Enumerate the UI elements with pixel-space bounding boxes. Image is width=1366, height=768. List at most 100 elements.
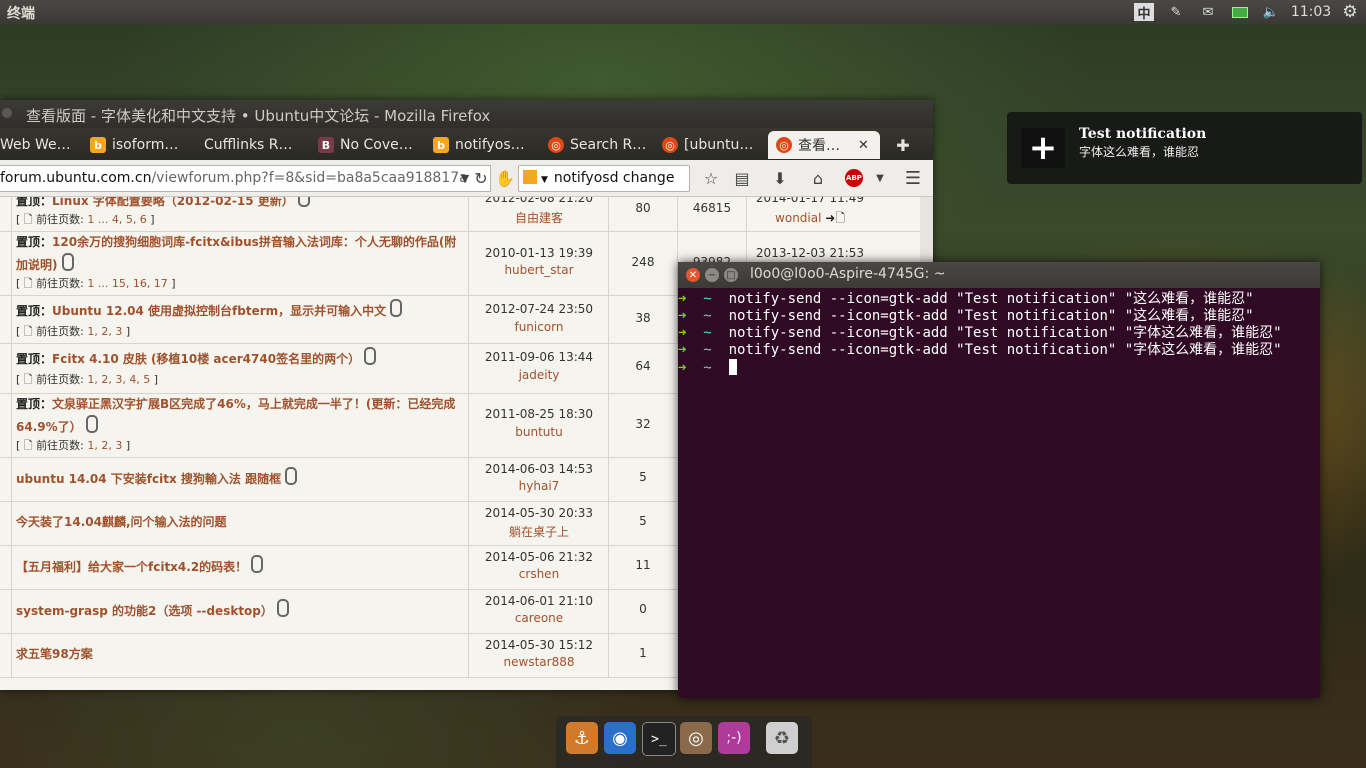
download-icon[interactable]: ⬇ <box>769 167 791 189</box>
search-input[interactable]: notifyosd change <box>554 170 675 186</box>
topic-title[interactable]: 置顶：Ubuntu 12.04 使用虚拟控制台fbterm，显示并可输入中文 <box>16 299 464 322</box>
topic-author[interactable]: jadeity <box>470 368 608 382</box>
pen-icon[interactable]: ✎ <box>1166 3 1186 21</box>
topic-replies: 64 <box>635 359 651 373</box>
adblock-dropdown-icon[interactable]: ▼ <box>869 167 891 189</box>
topic-replies: 5 <box>639 514 647 528</box>
page-links-numbers[interactable]: 1 ... 15, 16, 17 <box>87 277 167 290</box>
topic-author[interactable]: funicorn <box>470 320 608 334</box>
table-row[interactable]: 置顶：Linux 字体配置要略（2012-02-15 更新） [ 🗋 前往页数:… <box>0 197 920 232</box>
page-links[interactable]: [ 🗋 前往页数: 1, 2, 3 ] <box>16 437 130 456</box>
page-links-numbers[interactable]: 1 ... 4, 5, 6 <box>87 213 146 226</box>
tab-1[interactable]: Web We… <box>0 131 82 159</box>
topic-link[interactable]: ubuntu 14.04 下安装fcitx 搜狗輸入法 跟随框 <box>16 472 281 486</box>
page-links[interactable]: [ 🗋 前往页数: 1 ... 15, 16, 17 ] <box>16 275 176 294</box>
topic-link[interactable]: 求五笔98方案 <box>16 647 93 661</box>
topic-author[interactable]: newstar888 <box>470 655 608 669</box>
topic-title[interactable]: 今天装了14.04麒麟,问个输入法的问题 <box>16 511 464 533</box>
url-path: /viewforum.php?f=8&sid=ba8a5caa918817a <box>151 170 468 186</box>
gear-icon[interactable]: ⚙ <box>1340 2 1360 22</box>
topic-title[interactable]: 置顶：文泉驿正黑汉字扩展B区完成了46%，马上就完成一半了！(更新：已经完成64… <box>16 393 464 438</box>
terminal-window[interactable]: ✕ − □ l0o0@l0o0-Aspire-4745G: ~ ➜ ~ noti… <box>678 262 1320 698</box>
tab-5[interactable]: b notifyos… <box>433 131 533 159</box>
search-box[interactable]: ▼ notifyosd change <box>518 165 690 192</box>
anchor-icon[interactable]: ⚓ <box>566 722 598 754</box>
topic-replies: 11 <box>635 558 651 572</box>
tab-2[interactable]: b isoform… <box>90 131 190 159</box>
page-links-prefix: [ 🗋 前往页数: <box>16 325 88 338</box>
topic-link[interactable]: 【五月福利】给大家一个fcitx4.2的码表！ <box>16 560 247 574</box>
topic-title[interactable]: 求五笔98方案 <box>16 643 464 665</box>
tab-4[interactable]: B No Cove… <box>318 131 418 159</box>
topic-author[interactable]: crshen <box>470 567 608 581</box>
close-icon[interactable]: ✕ <box>686 268 700 282</box>
topic-link[interactable]: 今天装了14.04麒麟,问个输入法的问题 <box>16 515 227 529</box>
page-links-numbers[interactable]: 1, 2, 3 <box>87 325 122 338</box>
page-links-numbers[interactable]: 1, 2, 3, 4, 5 <box>87 373 150 386</box>
chat-icon[interactable]: ;-) <box>718 722 750 754</box>
trash-icon[interactable]: ♻ <box>766 722 798 754</box>
search-engine-dropdown-icon[interactable]: ▼ <box>541 175 548 185</box>
topic-replies: 32 <box>635 417 651 431</box>
last-post-author[interactable]: wondial ➜🗋 <box>748 209 872 230</box>
bookmark-star-icon[interactable]: ☆ <box>700 167 722 189</box>
tab-close-icon[interactable]: ✕ <box>858 138 869 153</box>
topic-link[interactable]: Ubuntu 12.04 使用虚拟控制台fbterm，显示并可输入中文 <box>52 304 386 318</box>
firefox-icon[interactable]: ◉ <box>604 722 636 754</box>
speaker-icon[interactable]: ◎ <box>680 722 712 754</box>
go-to-post-icon[interactable]: ➜🗋 <box>825 211 845 225</box>
topic-author[interactable]: 躺在桌子上 <box>470 523 608 540</box>
home-icon[interactable]: ⌂ <box>807 167 829 189</box>
topic-title[interactable]: 置顶：120余万的搜狗细胞词库-fcitx&ibus拼音输入法词库：个人无聊的作… <box>16 231 464 276</box>
menu-icon[interactable]: ☰ <box>902 167 924 189</box>
page-links[interactable]: [ 🗋 前往页数: 1 ... 4, 5, 6 ] <box>16 211 155 230</box>
topic-author[interactable]: hyhai7 <box>470 479 608 493</box>
topic-prefix: 置顶： <box>16 304 53 318</box>
adblock-icon[interactable]: ABP <box>845 169 863 187</box>
notification-title: Test notification <box>1079 126 1207 142</box>
topic-author[interactable]: 自由建客 <box>470 209 608 226</box>
page-links[interactable]: [ 🗋 前往页数: 1, 2, 3, 4, 5 ] <box>16 371 158 390</box>
topic-title[interactable]: 【五月福利】给大家一个fcitx4.2的码表！ <box>16 555 464 578</box>
terminal-prompt-line[interactable]: ➜ ~ <box>678 359 737 377</box>
topic-link[interactable]: system-grasp 的功能2（选项 --desktop） <box>16 604 273 618</box>
terminal-icon[interactable]: >_ <box>642 722 676 756</box>
volume-icon[interactable]: 🔈 <box>1261 3 1281 21</box>
topic-link[interactable]: Fcitx 4.10 皮肤 (移植10楼 acer4740签名里的两个） <box>52 352 360 366</box>
tab-7[interactable]: ◎ [ubuntu… <box>662 131 762 159</box>
url-bar[interactable]: forum.ubuntu.com.cn/viewforum.php?f=8&si… <box>0 165 491 192</box>
reader-list-icon[interactable]: ▤ <box>731 167 753 189</box>
topic-link[interactable]: 120余万的搜狗细胞词库-fcitx&ibus拼音输入法词库：个人无聊的作品(附… <box>16 235 456 272</box>
tab-6[interactable]: ◎ Search R… <box>548 131 648 159</box>
window-close-icon[interactable] <box>2 108 12 118</box>
tab-8-active[interactable]: ◎ 查看… ✕ <box>768 131 880 159</box>
tab-label: isoform… <box>112 137 179 153</box>
mail-icon[interactable]: ✉ <box>1198 3 1218 21</box>
clock[interactable]: 11:03 <box>1290 3 1332 21</box>
addon-icon[interactable]: ✋ <box>494 167 516 189</box>
battery-icon[interactable] <box>1230 3 1250 21</box>
keyboard-icon[interactable]: 中 <box>1134 3 1154 22</box>
topic-title[interactable]: 置顶：Fcitx 4.10 皮肤 (移植10楼 acer4740签名里的两个） <box>16 347 464 370</box>
page-links-suffix: ] <box>150 373 159 386</box>
plus-icon: + <box>1021 128 1065 168</box>
maximize-icon[interactable]: □ <box>724 268 738 282</box>
terminal-titlebar[interactable]: ✕ − □ l0o0@l0o0-Aspire-4745G: ~ <box>678 262 1320 288</box>
topic-author[interactable]: careone <box>470 611 608 625</box>
tab-3[interactable]: Cufflinks R… <box>204 131 304 159</box>
topic-author[interactable]: hubert_star <box>470 263 608 277</box>
minimize-icon[interactable]: − <box>705 268 719 282</box>
page-links[interactable]: [ 🗋 前往页数: 1, 2, 3 ] <box>16 323 130 342</box>
topic-title[interactable]: 置顶：Linux 字体配置要略（2012-02-15 更新） <box>16 197 464 212</box>
topic-link[interactable]: Linux 字体配置要略（2012-02-15 更新） <box>52 197 294 208</box>
new-tab-icon[interactable]: ✚ <box>893 131 913 159</box>
last-post-author-name[interactable]: wondial <box>775 211 821 225</box>
topic-title[interactable]: ubuntu 14.04 下安装fcitx 搜狗輸入法 跟随框 <box>16 467 464 490</box>
page-links-numbers[interactable]: 1, 2, 3 <box>87 439 122 452</box>
topic-prefix: 置顶： <box>16 397 53 411</box>
topic-author[interactable]: buntutu <box>470 425 608 439</box>
topic-title[interactable]: system-grasp 的功能2（选项 --desktop） <box>16 599 464 622</box>
reload-icon[interactable]: ↻ <box>470 167 492 189</box>
bing-icon: b <box>90 137 106 153</box>
topic-link[interactable]: 文泉驿正黑汉字扩展B区完成了46%，马上就完成一半了！(更新：已经完成64.9%… <box>16 397 455 434</box>
